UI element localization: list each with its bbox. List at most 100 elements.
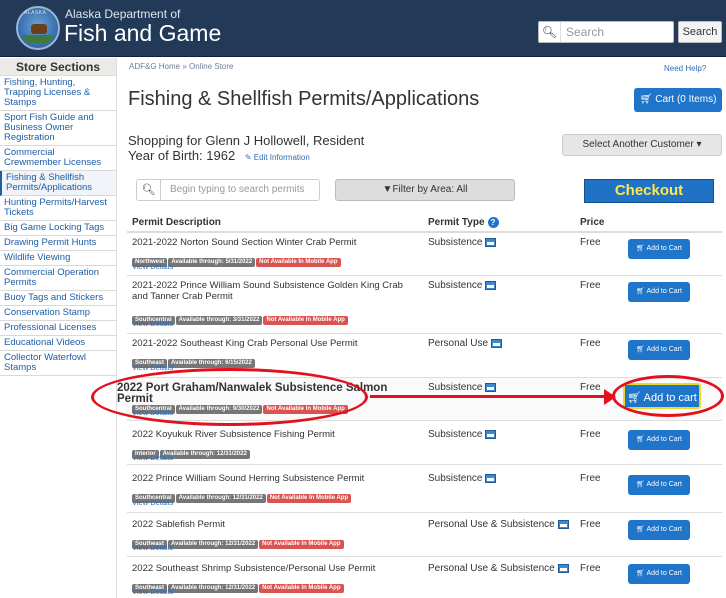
sidebar-item-wildlife-viewing[interactable]: Wildlife Viewing — [0, 251, 116, 266]
view-details-link[interactable]: View Details — [132, 498, 173, 507]
permit-search-box[interactable]: 🔍︎ Begin typing to search permits — [136, 179, 320, 201]
availability-badge: Available through: 12/31/2022 — [168, 540, 259, 549]
add-to-cart-button[interactable]: 🛒︎ Add to Cart — [628, 282, 690, 302]
image-icon[interactable] — [557, 563, 569, 573]
table-row: 2021-2022 Southeast King Crab Personal U… — [127, 334, 722, 378]
site-search-button[interactable]: Search — [678, 21, 722, 43]
add-to-cart-button-highlighted[interactable]: 🛒︎ Add to cart — [623, 383, 701, 409]
sidebar-item-educational-videos[interactable]: Educational Videos — [0, 336, 116, 351]
sidebar-item-sport-fish-guide[interactable]: Sport Fish Guide and Business Owner Regi… — [0, 111, 116, 146]
add-to-cart-button[interactable]: 🛒︎ Add to Cart — [628, 564, 690, 584]
permit-type-label: Subsistence — [428, 280, 483, 291]
site-search-box[interactable]: 🔍︎ Search — [538, 21, 674, 43]
permit-type: Personal Use — [428, 338, 503, 349]
image-icon[interactable] — [557, 519, 569, 529]
need-help-link[interactable]: Need Help? — [664, 64, 706, 73]
permit-price: Free — [580, 563, 601, 574]
availability-badge: Available through: 12/31/2022 — [175, 494, 266, 503]
view-details-link[interactable]: View Details — [132, 543, 173, 552]
sidebar-item-drawing-hunts[interactable]: Drawing Permit Hunts — [0, 236, 116, 251]
image-icon[interactable] — [491, 338, 503, 348]
add-to-cart-label: Add to Cart — [646, 481, 682, 488]
permit-name: 2022 Koyukuk River Subsistence Fishing P… — [132, 429, 335, 440]
permit-type-label: Subsistence — [428, 382, 483, 393]
sidebar-title: Store Sections — [0, 58, 116, 76]
permit-type: Subsistence — [428, 473, 497, 484]
add-to-cart-button[interactable]: 🛒︎ Add to Cart — [628, 340, 690, 360]
availability-badge: Available through: 12/31/2022 — [159, 450, 250, 459]
table-row: 2022 Koyukuk River Subsistence Fishing P… — [127, 421, 722, 465]
filter-icon: ▼ — [382, 184, 393, 195]
filter-by-area-button[interactable]: ▼Filter by Area: All — [335, 179, 515, 201]
permit-type: Personal Use & Subsistence — [428, 563, 569, 574]
cart-icon: 🛒︎ — [636, 481, 647, 488]
sidebar-item-big-game-tags[interactable]: Big Game Locking Tags — [0, 221, 116, 236]
image-icon[interactable] — [485, 473, 497, 483]
view-details-link[interactable]: View Details — [132, 262, 173, 271]
add-to-cart-button[interactable]: 🛒︎ Add to Cart — [628, 475, 690, 495]
image-icon[interactable] — [485, 429, 497, 439]
filter-label: Filter by Area: All — [392, 184, 468, 195]
availability-badge: Available through: 3/31/2022 — [175, 316, 263, 325]
sidebar-item-crewmember-licenses[interactable]: Commercial Crewmember Licenses — [0, 146, 116, 171]
sidebar-item-professional-licenses[interactable]: Professional Licenses — [0, 321, 116, 336]
select-another-customer-button[interactable]: Select Another Customer ▾ — [562, 134, 722, 156]
permit-name: 2022 Southeast Shrimp Subsistence/Person… — [132, 563, 376, 574]
permit-price: Free — [580, 519, 601, 530]
table-row: 2021-2022 Norton Sound Section Winter Cr… — [127, 233, 722, 276]
availability-badge: Available through: 9/30/2022 — [175, 405, 263, 414]
site-search-input[interactable]: Search — [566, 25, 604, 39]
column-header-description: Permit Description — [132, 217, 221, 228]
view-details-link[interactable]: View Details — [132, 587, 173, 596]
cart-icon: 🛒︎ — [627, 392, 644, 404]
add-to-cart-button[interactable]: 🛒︎ Add to Cart — [628, 520, 690, 540]
sidebar-item-buoy-tags[interactable]: Buoy Tags and Stickers — [0, 291, 116, 306]
view-details-link[interactable]: View Details — [132, 408, 173, 417]
permit-type: Subsistence — [428, 429, 497, 440]
permit-type: Personal Use & Subsistence — [428, 519, 569, 530]
image-icon[interactable] — [485, 237, 497, 247]
sidebar-item-conservation-stamp[interactable]: Conservation Stamp — [0, 306, 116, 321]
seal-animal — [31, 24, 47, 34]
edit-information-link[interactable]: ✎ Edit Information — [245, 153, 310, 162]
availability-badge: Available through: 6/15/2022 — [168, 359, 255, 368]
page-title: Fishing & Shellfish Permits/Applications — [128, 88, 480, 110]
sidebar-item-commercial-operation[interactable]: Commercial Operation Permits — [0, 266, 116, 291]
cart-button[interactable]: 🛒︎ Cart (0 Items) — [634, 88, 722, 112]
cart-icon: 🛒︎ — [636, 436, 647, 443]
permit-type: Subsistence — [428, 237, 497, 248]
permit-search-input[interactable]: Begin typing to search permits — [170, 184, 305, 195]
not-mobile-badge: Not Available In Mobile App — [266, 494, 352, 503]
sidebar-item-licenses-stamps[interactable]: Fishing, Hunting, Trapping Licenses & St… — [0, 76, 116, 111]
permit-name: 2021-2022 Prince William Sound Subsisten… — [132, 280, 403, 302]
cart-icon: 🛒︎ — [636, 570, 647, 577]
brand-title[interactable]: Fish and Game — [64, 20, 221, 47]
add-to-cart-label: Add to Cart — [646, 526, 682, 533]
permit-name: 2021-2022 Norton Sound Section Winter Cr… — [132, 237, 357, 248]
adfg-seal-logo[interactable]: ALASKA — [16, 6, 60, 50]
add-to-cart-label: Add to Cart — [646, 346, 682, 353]
add-to-cart-button[interactable]: 🛒︎ Add to Cart — [628, 430, 690, 450]
breadcrumb[interactable]: ADF&G Home » Online Store — [129, 62, 233, 71]
view-details-link[interactable]: View Details — [132, 319, 173, 328]
checkout-button[interactable]: Checkout — [584, 179, 714, 203]
permit-price: Free — [580, 237, 601, 248]
permit-type-label: Subsistence — [428, 237, 483, 248]
cart-icon: 🛒︎ — [636, 245, 647, 252]
permit-type: Subsistence — [428, 382, 497, 393]
view-details-link[interactable]: View Details — [132, 363, 173, 372]
sidebar-item-fishing-shellfish-permits[interactable]: Fishing & Shellfish Permits/Applications — [0, 171, 116, 196]
not-mobile-badge: Not Available In Mobile App — [256, 258, 341, 267]
cart-icon: 🛒︎ — [639, 94, 653, 105]
permit-name: 2021-2022 Southeast King Crab Personal U… — [132, 338, 358, 349]
help-question-icon[interactable]: ? — [487, 217, 499, 228]
sidebar-item-waterfowl-stamps[interactable]: Collector Waterfowl Stamps — [0, 351, 116, 376]
view-details-link[interactable]: View Details — [132, 453, 173, 462]
search-icon: 🔍︎ — [539, 22, 561, 42]
image-icon[interactable] — [485, 280, 497, 290]
image-icon[interactable] — [485, 382, 497, 392]
add-to-cart-button[interactable]: 🛒︎ Add to Cart — [628, 239, 690, 259]
sidebar-item-hunting-permits[interactable]: Hunting Permits/Harvest Tickets — [0, 196, 116, 221]
permit-price: Free — [580, 473, 601, 484]
not-mobile-badge: Not Available In Mobile App — [259, 584, 344, 593]
